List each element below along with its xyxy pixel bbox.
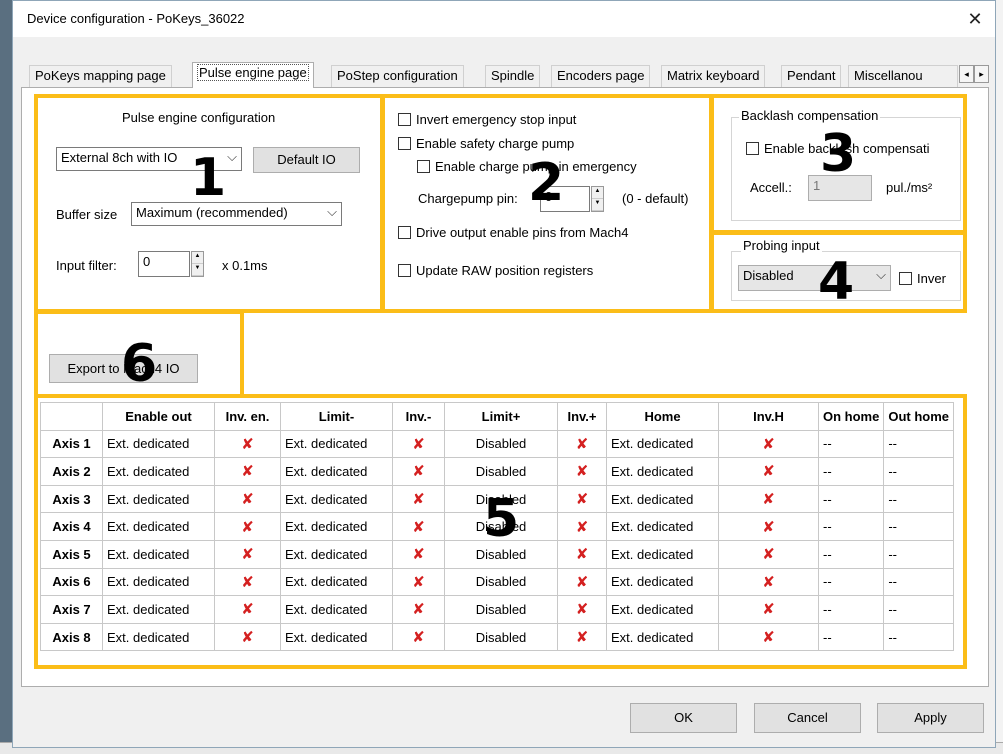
tab-label: Miscellanou — [854, 68, 923, 83]
tab-label: PoStep configuration — [337, 68, 458, 83]
title-bar: Device configuration - PoKeys_36022 ✕ — [13, 1, 995, 37]
tab-label: Pulse engine page — [197, 64, 309, 81]
section-marker-4: 4 — [818, 252, 855, 312]
tab-spindle[interactable]: Spindle — [485, 65, 541, 87]
tab-pokeys-mapping[interactable]: PoKeys mapping page — [29, 65, 172, 87]
tab-postep-configuration[interactable]: PoStep configuration — [331, 65, 464, 87]
section-marker-3: 3 — [820, 124, 857, 184]
section-marker-6: 6 — [121, 334, 158, 394]
tab-scroll-buttons: ◂ ▸ — [959, 65, 989, 83]
tab-pulse-engine[interactable]: Pulse engine page — [192, 62, 314, 88]
tab-scroll-right-icon[interactable]: ▸ — [974, 65, 989, 83]
tab-label: Spindle — [491, 68, 535, 83]
tab-encoders[interactable]: Encoders page — [551, 65, 651, 87]
section-marker-2: 2 — [528, 153, 565, 213]
ok-button[interactable]: OK — [630, 703, 737, 733]
tab-label: Encoders page — [557, 68, 645, 83]
section-marker-1: 1 — [190, 148, 227, 208]
window-title: Device configuration - PoKeys_36022 — [27, 11, 245, 26]
apply-button[interactable]: Apply — [877, 703, 984, 733]
tab-label: Matrix keyboard — [667, 68, 760, 83]
tab-matrix-keyboard[interactable]: Matrix keyboard — [661, 65, 766, 87]
tab-miscellaneous[interactable]: Miscellanou — [848, 65, 958, 87]
tab-pendant[interactable]: Pendant — [781, 65, 842, 87]
tab-label: PoKeys mapping page — [35, 68, 166, 83]
tab-label: Pendant — [787, 68, 836, 83]
tab-scroll-left-icon[interactable]: ◂ — [959, 65, 974, 83]
section-marker-5: 5 — [483, 489, 520, 549]
close-icon[interactable]: ✕ — [963, 7, 987, 31]
cancel-button[interactable]: Cancel — [754, 703, 861, 733]
